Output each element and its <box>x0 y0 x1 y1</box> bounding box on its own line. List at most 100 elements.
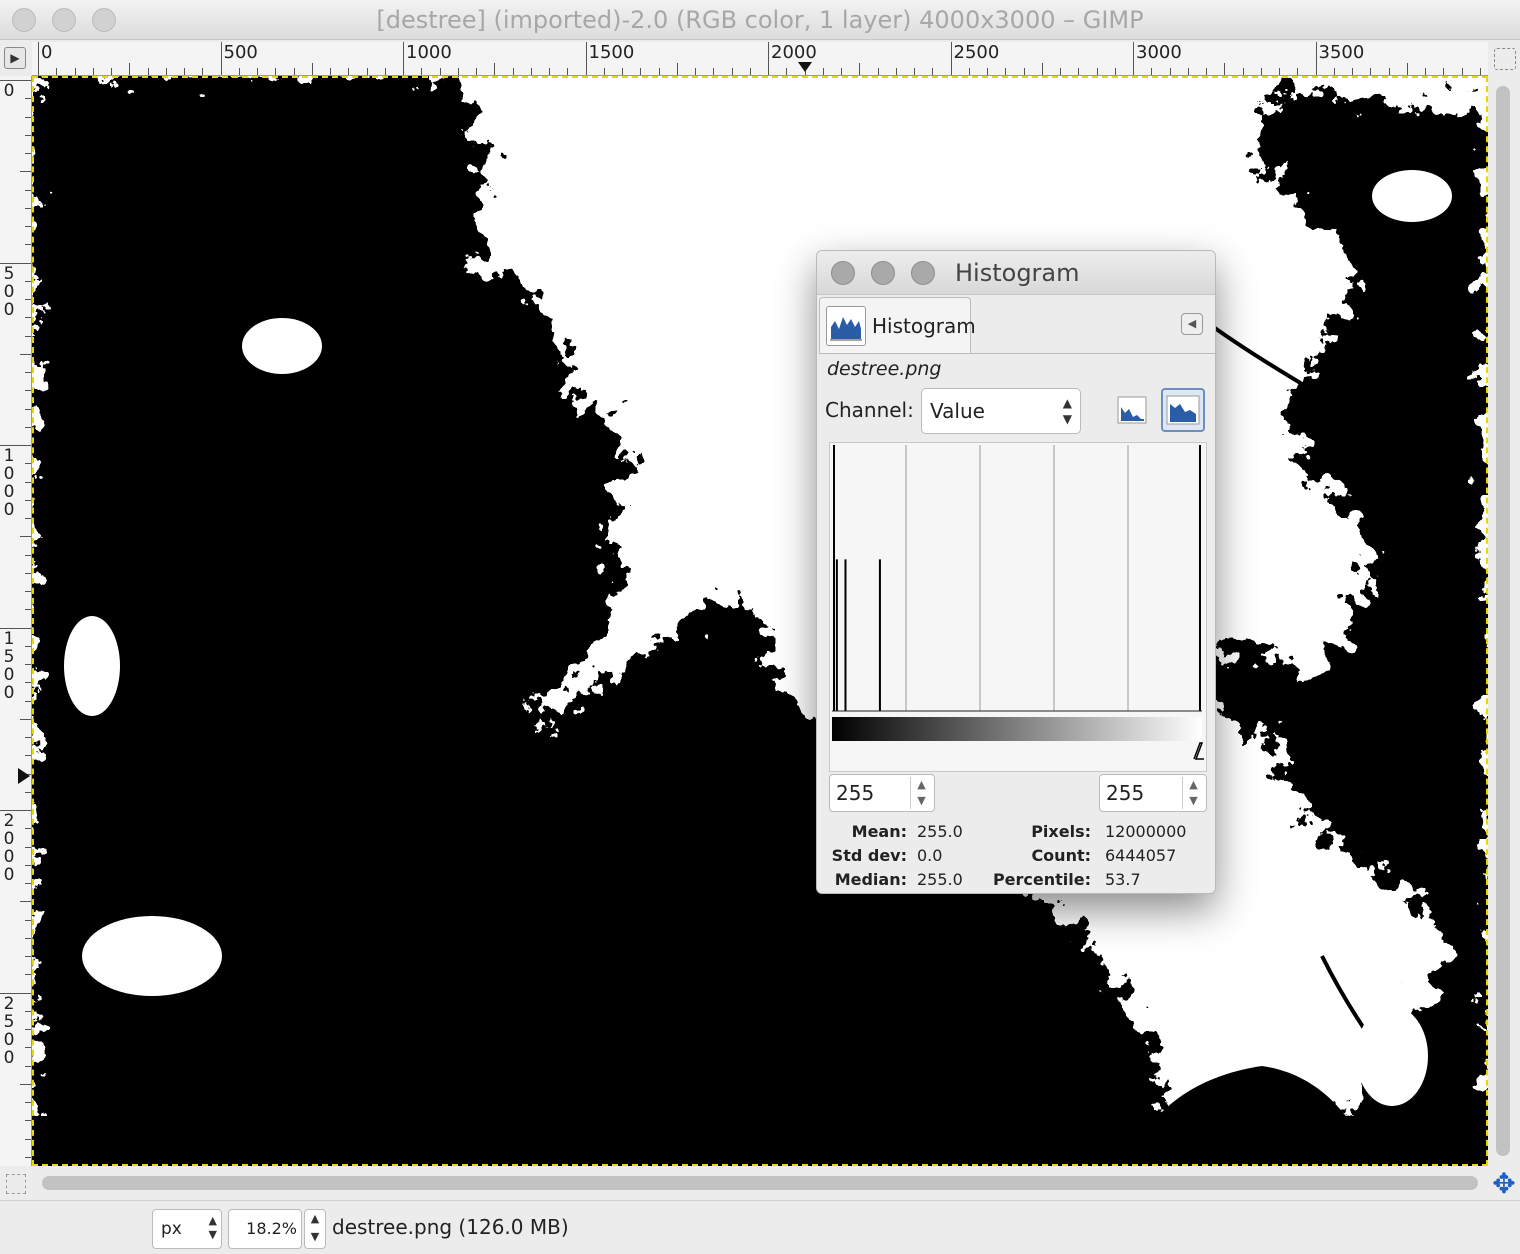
ruler-minor-tick <box>25 390 31 392</box>
gradient-strip <box>832 717 1202 741</box>
ruler-minor-tick <box>749 68 751 75</box>
ruler-major-tick <box>1133 42 1134 75</box>
unit-value: px <box>161 1219 182 1239</box>
ruler-minor-tick <box>421 68 423 75</box>
range-start-field[interactable]: 255 ▲ ▼ <box>829 774 935 812</box>
ruler-minor-tick <box>25 463 31 465</box>
logarithmic-histogram-button[interactable] <box>1161 388 1205 432</box>
ruler-minor-tick <box>25 828 31 830</box>
dialog-zoom-button[interactable] <box>911 261 935 285</box>
ruler-minor-tick <box>20 718 31 720</box>
vertical-ruler[interactable]: 0 500 1000 1500 2000 2500 <box>0 76 32 1166</box>
ruler-minor-tick <box>20 901 31 903</box>
ruler-major-tick <box>1315 42 1317 75</box>
image-name: destree.png <box>827 358 942 380</box>
quick-mask-icon[interactable] <box>6 1174 26 1194</box>
horizontal-ruler[interactable]: 0 500 1000 1500 2000 2500 3000 3500 <box>32 42 1488 76</box>
ruler-minor-tick <box>25 956 31 957</box>
ruler-minor-tick <box>25 1010 31 1012</box>
dialog-titlebar[interactable]: Histogram <box>817 251 1215 295</box>
ruler-minor-tick <box>311 63 313 75</box>
ruler-minor-tick <box>676 63 678 75</box>
range-handle-icon[interactable] <box>1193 742 1204 760</box>
ruler-label: 2500 <box>953 42 1000 63</box>
ruler-minor-tick <box>567 68 569 75</box>
ruler-minor-tick <box>1041 63 1043 75</box>
zoom-field[interactable]: 18.2% <box>228 1209 302 1249</box>
ruler-minor-tick <box>25 591 31 592</box>
ruler-minor-tick <box>1297 68 1299 75</box>
histogram-chart[interactable] <box>829 442 1207 772</box>
percentile-label: Percentile: <box>992 870 1091 889</box>
ruler-minor-tick <box>1169 68 1171 75</box>
chevron-updown-icon: ▲ ▼ <box>1062 396 1072 426</box>
ruler-minor-tick <box>25 280 31 282</box>
dialog-title: Histogram <box>955 259 1080 287</box>
image-canvas[interactable] <box>32 76 1488 1166</box>
ruler-major-tick <box>768 42 769 75</box>
ruler-minor-tick <box>968 68 970 75</box>
ruler-minor-tick <box>25 153 31 154</box>
ruler-minor-tick <box>202 68 204 75</box>
ruler-minor-tick <box>859 63 861 75</box>
vertical-scrollbar[interactable] <box>1490 80 1516 1166</box>
zoom-spinner-icon[interactable]: ▲ ▼ <box>304 1209 326 1249</box>
ruler-minor-tick <box>25 1102 31 1103</box>
tab-menu-button[interactable]: ◀ <box>1181 313 1203 335</box>
ruler-minor-tick <box>1388 68 1390 75</box>
window-title: [destree] (imported)-2.0 (RGB color, 1 l… <box>376 6 1144 34</box>
ruler-minor-tick <box>786 68 788 75</box>
ruler-label: 1500 <box>3 628 15 703</box>
horizontal-scroll-thumb[interactable] <box>42 1176 1478 1190</box>
image-menu-button[interactable]: ▶ <box>4 47 26 69</box>
ruler-minor-tick <box>25 299 31 300</box>
ruler-minor-tick <box>25 207 31 209</box>
ruler-minor-tick <box>549 68 550 75</box>
ruler-minor-tick <box>25 755 31 757</box>
pixels-label: Pixels: <box>1031 822 1091 841</box>
unit-selector[interactable]: px ▲ ▼ <box>152 1209 222 1249</box>
ruler-minor-tick <box>25 1029 31 1030</box>
ruler-minor-tick <box>20 536 31 538</box>
ruler-minor-tick <box>25 518 31 519</box>
ruler-minor-tick <box>476 68 477 75</box>
mean-value: 255.0 <box>917 822 963 841</box>
ruler-minor-tick <box>512 68 514 75</box>
statusbar: px ▲ ▼ 18.2% ▲ ▼ destree.png (126.0 MB) <box>0 1200 1520 1254</box>
ruler-minor-tick <box>25 919 31 921</box>
ruler-minor-tick <box>384 68 386 75</box>
ruler-minor-tick <box>25 572 31 574</box>
ruler-minor-tick <box>25 499 31 501</box>
range-end-field[interactable]: 255 ▲ ▼ <box>1099 774 1207 812</box>
ruler-minor-tick <box>1005 68 1007 75</box>
ruler-minor-tick <box>932 68 934 75</box>
ruler-minor-tick <box>184 68 185 75</box>
navigate-icon[interactable] <box>1494 48 1516 70</box>
channel-select[interactable]: Value ▲ ▼ <box>921 388 1081 434</box>
ruler-label: 1500 <box>588 42 635 63</box>
ruler-minor-tick <box>348 68 350 75</box>
ruler-minor-tick <box>987 68 988 75</box>
tab-label: Histogram <box>872 314 976 338</box>
ruler-label: 500 <box>3 263 15 320</box>
ruler-minor-tick <box>25 974 31 976</box>
range-end-spinner-icon[interactable]: ▲ ▼ <box>1182 777 1204 809</box>
horizontal-scrollbar[interactable] <box>36 1170 1486 1196</box>
linear-histogram-button[interactable] <box>1115 390 1149 430</box>
vertical-scroll-thumb[interactable] <box>1496 86 1510 1156</box>
ruler-minor-tick <box>25 335 31 337</box>
tab-histogram[interactable]: Histogram <box>819 297 976 355</box>
ruler-minor-tick <box>25 1047 31 1049</box>
navigate-move-icon[interactable]: ✥ <box>1490 1170 1518 1198</box>
dialog-close-button[interactable] <box>831 261 855 285</box>
ruler-minor-tick <box>238 68 240 75</box>
percentile-value: 53.7 <box>1105 870 1141 889</box>
dialog-minimize-button[interactable] <box>871 261 895 285</box>
ruler-minor-tick <box>330 68 331 75</box>
histogram-dialog: Histogram Histogram ◀ destree.png Channe… <box>816 250 1216 894</box>
ruler-minor-tick <box>20 171 31 173</box>
ruler-label: 0 <box>3 81 15 101</box>
ruler-label: 3000 <box>1136 42 1182 63</box>
ruler-minor-tick <box>25 609 31 611</box>
range-start-spinner-icon[interactable]: ▲ ▼ <box>910 777 932 809</box>
